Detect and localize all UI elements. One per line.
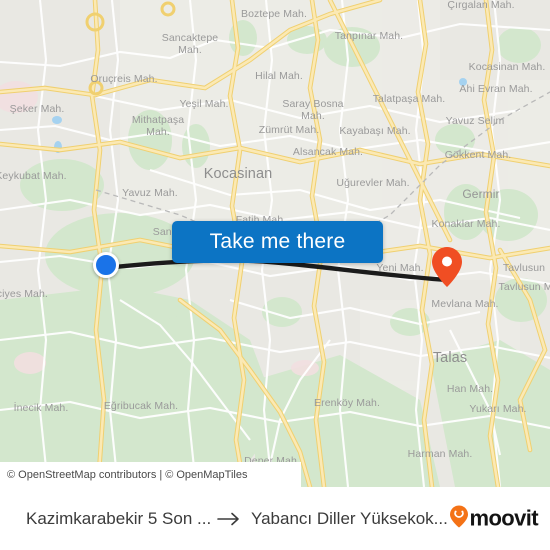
attribution-separator: | <box>159 468 163 481</box>
map-canvas[interactable]: Boztepe Mah. Çırgalan Mah. Sancaktepe Mah.… <box>0 0 550 487</box>
arrow-right-icon <box>217 511 241 527</box>
moovit-wordmark: moovit <box>469 505 538 531</box>
attribution-tiles-link[interactable]: © OpenMapTiles <box>165 469 247 481</box>
footer-destination-label[interactable]: Yabancı Diller Yüksekok... <box>251 509 448 529</box>
moovit-route-screen: Boztepe Mah. Çırgalan Mah. Sancaktepe Mah.… <box>0 0 550 550</box>
footer-origin-label[interactable]: Kazimkarabekir 5 Son ... <box>26 509 211 529</box>
origin-dot-marker[interactable] <box>93 252 119 278</box>
take-me-there-button[interactable]: Take me there <box>172 221 383 263</box>
map-attribution-bar: © OpenStreetMap contributors | © OpenMap… <box>0 462 301 487</box>
destination-pin-marker[interactable] <box>432 247 462 287</box>
route-footer-bar: Kazimkarabekir 5 Son ... Yabancı Diller … <box>0 487 550 550</box>
moovit-pin-icon <box>450 505 469 532</box>
attribution-osm-link[interactable]: © OpenStreetMap contributors <box>7 469 156 481</box>
moovit-logo[interactable]: moovit <box>450 505 539 532</box>
